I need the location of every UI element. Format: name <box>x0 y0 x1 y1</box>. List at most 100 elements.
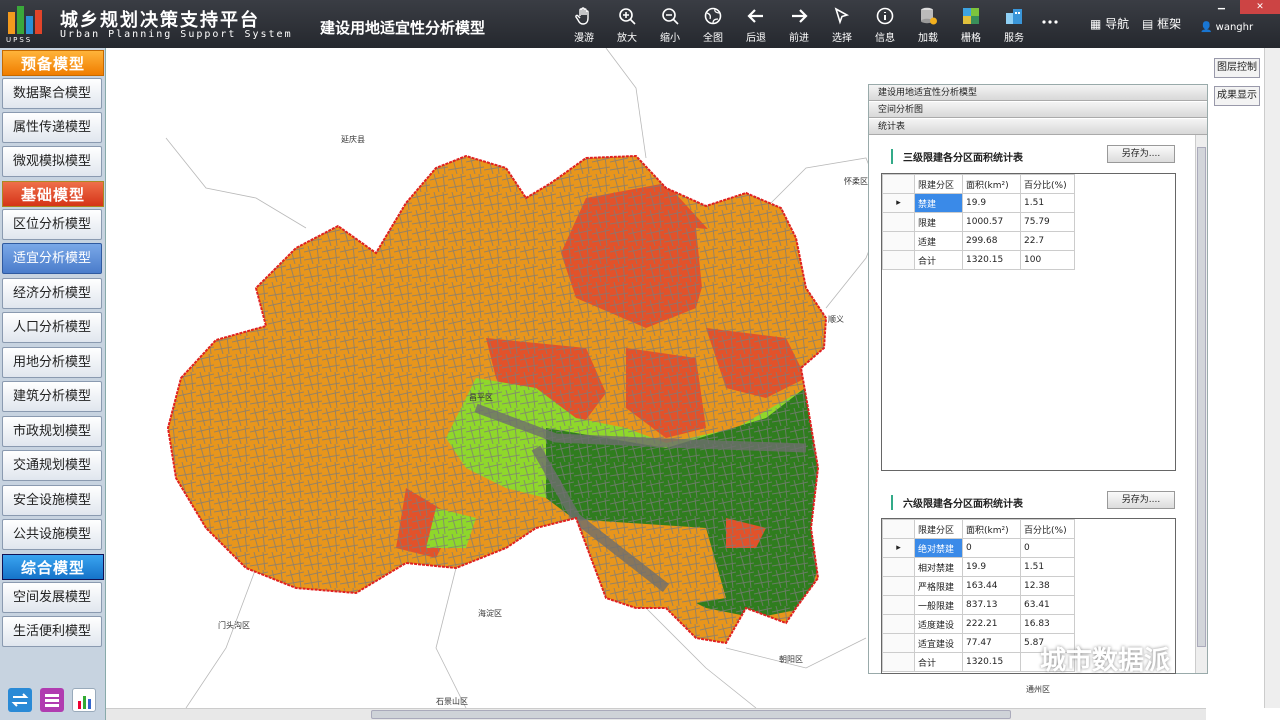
table1-save-as-button[interactable]: 另存为.... <box>1107 145 1175 163</box>
sidebar-item-economic[interactable]: 经济分析模型 <box>2 278 102 309</box>
tool-label: 栅格 <box>961 33 981 44</box>
raster-button[interactable]: 栅格 <box>951 6 991 46</box>
panel-header-stats[interactable]: 统计表 <box>869 119 1207 135</box>
table-cell[interactable]: 合计 <box>914 652 963 672</box>
service-button[interactable]: 服务 <box>994 6 1034 46</box>
map-label-southeast: 朝阳区 <box>779 655 803 664</box>
table-cell[interactable]: 绝对禁建 <box>914 538 963 558</box>
zoom-in-button[interactable]: 放大 <box>607 6 647 46</box>
table-cell[interactable]: 禁建 <box>914 193 963 213</box>
back-button[interactable]: 后退 <box>736 6 776 46</box>
sidebar-item-population[interactable]: 人口分析模型 <box>2 312 102 343</box>
table-cell[interactable]: 837.13 <box>962 595 1021 615</box>
table-cell[interactable]: 222.21 <box>962 614 1021 634</box>
sidebar-item-transport[interactable]: 交通规划模型 <box>2 450 102 481</box>
sidebar-item-living-convenience[interactable]: 生活便利模型 <box>2 616 102 647</box>
list-icon[interactable] <box>40 688 64 712</box>
app-subtitle: Urban Planning Support System <box>60 29 293 40</box>
table-row[interactable]: ▸ 禁建 19.9 1.51 <box>882 193 1075 213</box>
table-cell[interactable]: 1320.15 <box>962 250 1021 270</box>
scroll-thumb[interactable] <box>371 710 1011 719</box>
table-row[interactable]: 合计 1320.15 100 <box>882 250 1075 270</box>
sidebar-item-data-aggregation[interactable]: 数据聚合模型 <box>2 78 102 109</box>
table-cell[interactable]: 22.7 <box>1020 231 1075 251</box>
full-extent-button[interactable]: 全图 <box>693 6 733 46</box>
forward-button[interactable]: 前进 <box>779 6 819 46</box>
table-cell[interactable]: 12.38 <box>1020 576 1075 596</box>
table-cell[interactable]: 适建 <box>914 231 963 251</box>
sidebar-item-municipal[interactable]: 市政规划模型 <box>2 416 102 447</box>
cursor-icon <box>834 7 850 25</box>
row-pointer-icon: ▸ <box>882 193 915 213</box>
load-button[interactable]: 加载 <box>908 6 948 46</box>
table-cell[interactable]: 1.51 <box>1020 557 1075 577</box>
zoom-out-button[interactable]: 缩小 <box>650 6 690 46</box>
panel-scrollbar[interactable] <box>1195 135 1207 673</box>
table-row[interactable]: 严格限建 163.44 12.38 <box>882 576 1075 596</box>
sidebar-item-micro-simulation[interactable]: 微观模拟模型 <box>2 146 102 177</box>
table-cell[interactable]: 19.9 <box>962 557 1021 577</box>
table-row[interactable]: 适度建设 222.21 16.83 <box>882 614 1075 634</box>
table-cell[interactable]: 16.83 <box>1020 614 1075 634</box>
scroll-thumb[interactable] <box>1197 147 1206 647</box>
minimize-button[interactable]: ▁ <box>1218 0 1232 10</box>
table-row[interactable]: 限建 1000.57 75.79 <box>882 212 1075 232</box>
tool-label: 服务 <box>1004 33 1024 44</box>
more-icon <box>1042 20 1058 24</box>
sidebar-item-safety[interactable]: 安全设施模型 <box>2 485 102 516</box>
table-row[interactable]: 适建 299.68 22.7 <box>882 231 1075 251</box>
table-cell[interactable]: 适度建设 <box>914 614 963 634</box>
col-header: 面积(km²) <box>962 519 1021 539</box>
pan-button[interactable]: 漫游 <box>564 6 604 46</box>
table-cell[interactable]: 77.47 <box>962 633 1021 653</box>
nav-toggle[interactable]: ▦ 导航 <box>1090 15 1129 32</box>
globe-icon <box>704 7 722 25</box>
table-cell[interactable]: 0 <box>1020 538 1075 558</box>
table-cell[interactable]: 163.44 <box>962 576 1021 596</box>
panel-header-model[interactable]: 建设用地适宜性分析模型 <box>869 85 1207 101</box>
sidebar-item-spatial-development[interactable]: 空间发展模型 <box>2 582 102 613</box>
table-cell[interactable]: 0 <box>962 538 1021 558</box>
sidebar-item-attribute-transfer[interactable]: 属性传递模型 <box>2 112 102 143</box>
close-button[interactable]: ✕ <box>1240 0 1280 14</box>
sidebar-item-public-facilities[interactable]: 公共设施模型 <box>2 519 102 550</box>
table-cell[interactable]: 63.41 <box>1020 595 1075 615</box>
sidebar-item-suitability[interactable]: 适宜分析模型 <box>2 243 102 274</box>
frame-toggle[interactable]: ▤ 框架 <box>1142 15 1181 32</box>
map-horizontal-scrollbar[interactable] <box>106 708 1206 720</box>
table-cell[interactable]: 1000.57 <box>962 212 1021 232</box>
table2-save-as-button[interactable]: 另存为.... <box>1107 491 1175 509</box>
table-cell[interactable]: 适宜建设 <box>914 633 963 653</box>
table-cell[interactable]: 75.79 <box>1020 212 1075 232</box>
sidebar-item-building[interactable]: 建筑分析模型 <box>2 381 102 412</box>
more-button[interactable] <box>1030 12 1070 52</box>
table-cell[interactable]: 1320.15 <box>962 652 1021 672</box>
table-row[interactable]: 相对禁建 19.9 1.51 <box>882 557 1075 577</box>
panel-header-spatial[interactable]: 空间分析图 <box>869 102 1207 118</box>
info-button[interactable]: 信息 <box>865 6 905 46</box>
swap-icon[interactable] <box>8 688 32 712</box>
col-header: 百分比(%) <box>1020 519 1075 539</box>
table-row[interactable]: 一般限建 837.13 63.41 <box>882 595 1075 615</box>
logo-text: UPSS <box>6 36 33 44</box>
map-label-bottom: 石景山区 <box>436 697 468 706</box>
user-menu[interactable]: 👤 wanghr <box>1200 22 1253 33</box>
table-cell[interactable]: 19.9 <box>962 193 1021 213</box>
table-cell[interactable]: 100 <box>1020 250 1075 270</box>
select-button[interactable]: 选择 <box>822 6 862 46</box>
bar-chart-icon[interactable] <box>72 688 96 712</box>
sidebar-item-land-use[interactable]: 用地分析模型 <box>2 347 102 378</box>
result-display-button[interactable]: 成果显示 <box>1214 86 1260 106</box>
table-cell[interactable]: 限建 <box>914 212 963 232</box>
table-cell[interactable]: 299.68 <box>962 231 1021 251</box>
map-vertical-scrollbar[interactable] <box>1264 48 1280 708</box>
zoom-out-icon <box>662 8 679 25</box>
table-cell[interactable]: 合计 <box>914 250 963 270</box>
table-cell[interactable]: 一般限建 <box>914 595 963 615</box>
table-cell[interactable]: 相对禁建 <box>914 557 963 577</box>
table-row[interactable]: ▸ 绝对禁建 0 0 <box>882 538 1075 558</box>
layer-control-button[interactable]: 图层控制 <box>1214 58 1260 78</box>
sidebar-item-location[interactable]: 区位分析模型 <box>2 209 102 240</box>
table-cell[interactable]: 1.51 <box>1020 193 1075 213</box>
table-cell[interactable]: 严格限建 <box>914 576 963 596</box>
